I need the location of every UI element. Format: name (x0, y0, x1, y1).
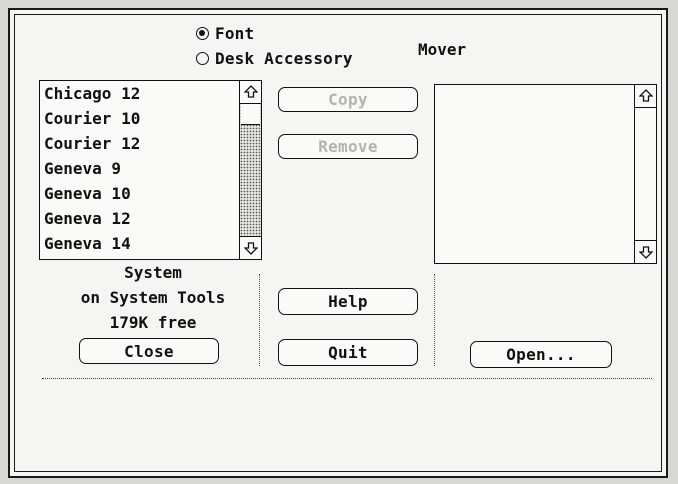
font-list-items: Chicago 12 Courier 10 Courier 12 Geneva … (44, 81, 140, 256)
list-item[interactable]: Courier 10 (44, 106, 140, 131)
quit-button[interactable]: Quit (278, 339, 418, 366)
copy-button[interactable]: Copy (278, 87, 418, 112)
list-item[interactable]: Geneva 9 (44, 156, 140, 181)
remove-button-label: Remove (318, 137, 378, 156)
scroll-down-arrow-icon[interactable] (240, 236, 261, 259)
list-item[interactable]: Geneva 12 (44, 206, 140, 231)
open-button-label: Open... (506, 345, 576, 364)
right-column-divider (434, 274, 435, 366)
font-da-mover-dialog: Font Desk Accessory Mover Chicago 12 Cou… (8, 8, 668, 478)
source-info: System on System Tools 179K free (48, 260, 258, 335)
bottom-divider (42, 378, 652, 379)
list-item[interactable]: Courier 12 (44, 131, 140, 156)
source-list-scrollbar[interactable] (239, 81, 261, 259)
font-radio-option[interactable]: Font (196, 24, 254, 43)
source-free-space: 179K free (109, 313, 197, 332)
destination-list-scrollbar[interactable] (634, 85, 656, 263)
close-button-label: Close (124, 341, 174, 361)
scrollbar-thumb[interactable] (241, 103, 260, 125)
source-font-list[interactable]: Chicago 12 Courier 10 Courier 12 Geneva … (39, 80, 262, 260)
scroll-up-arrow-icon[interactable] (635, 85, 656, 108)
scroll-down-arrow-icon[interactable] (635, 240, 656, 263)
desk-accessory-radio-label: Desk Accessory (215, 49, 353, 68)
radio-selected-icon[interactable] (196, 27, 209, 40)
list-item[interactable]: Geneva 10 (44, 181, 140, 206)
quit-button-label: Quit (328, 343, 368, 362)
remove-button[interactable]: Remove (278, 134, 418, 159)
font-radio-label: Font (215, 24, 255, 43)
mover-title: Mover (418, 40, 467, 59)
destination-font-list[interactable] (434, 84, 657, 264)
help-button-label: Help (328, 292, 368, 311)
open-button[interactable]: Open... (470, 341, 612, 368)
close-button[interactable]: Close (79, 338, 219, 364)
desk-accessory-radio-option[interactable]: Desk Accessory (196, 49, 353, 68)
screen: Font Desk Accessory Mover Chicago 12 Cou… (0, 0, 678, 484)
copy-button-label: Copy (328, 90, 368, 109)
source-disk-name: on System Tools (80, 288, 226, 307)
radio-unselected-icon[interactable] (196, 52, 209, 65)
source-file-name: System (124, 263, 182, 282)
help-button[interactable]: Help (278, 288, 418, 315)
scroll-up-arrow-icon[interactable] (240, 81, 261, 104)
left-column-divider (259, 274, 260, 366)
scrollbar-track[interactable] (635, 107, 656, 241)
list-item[interactable]: Geneva 14 (44, 231, 140, 256)
list-item[interactable]: Chicago 12 (44, 81, 140, 106)
